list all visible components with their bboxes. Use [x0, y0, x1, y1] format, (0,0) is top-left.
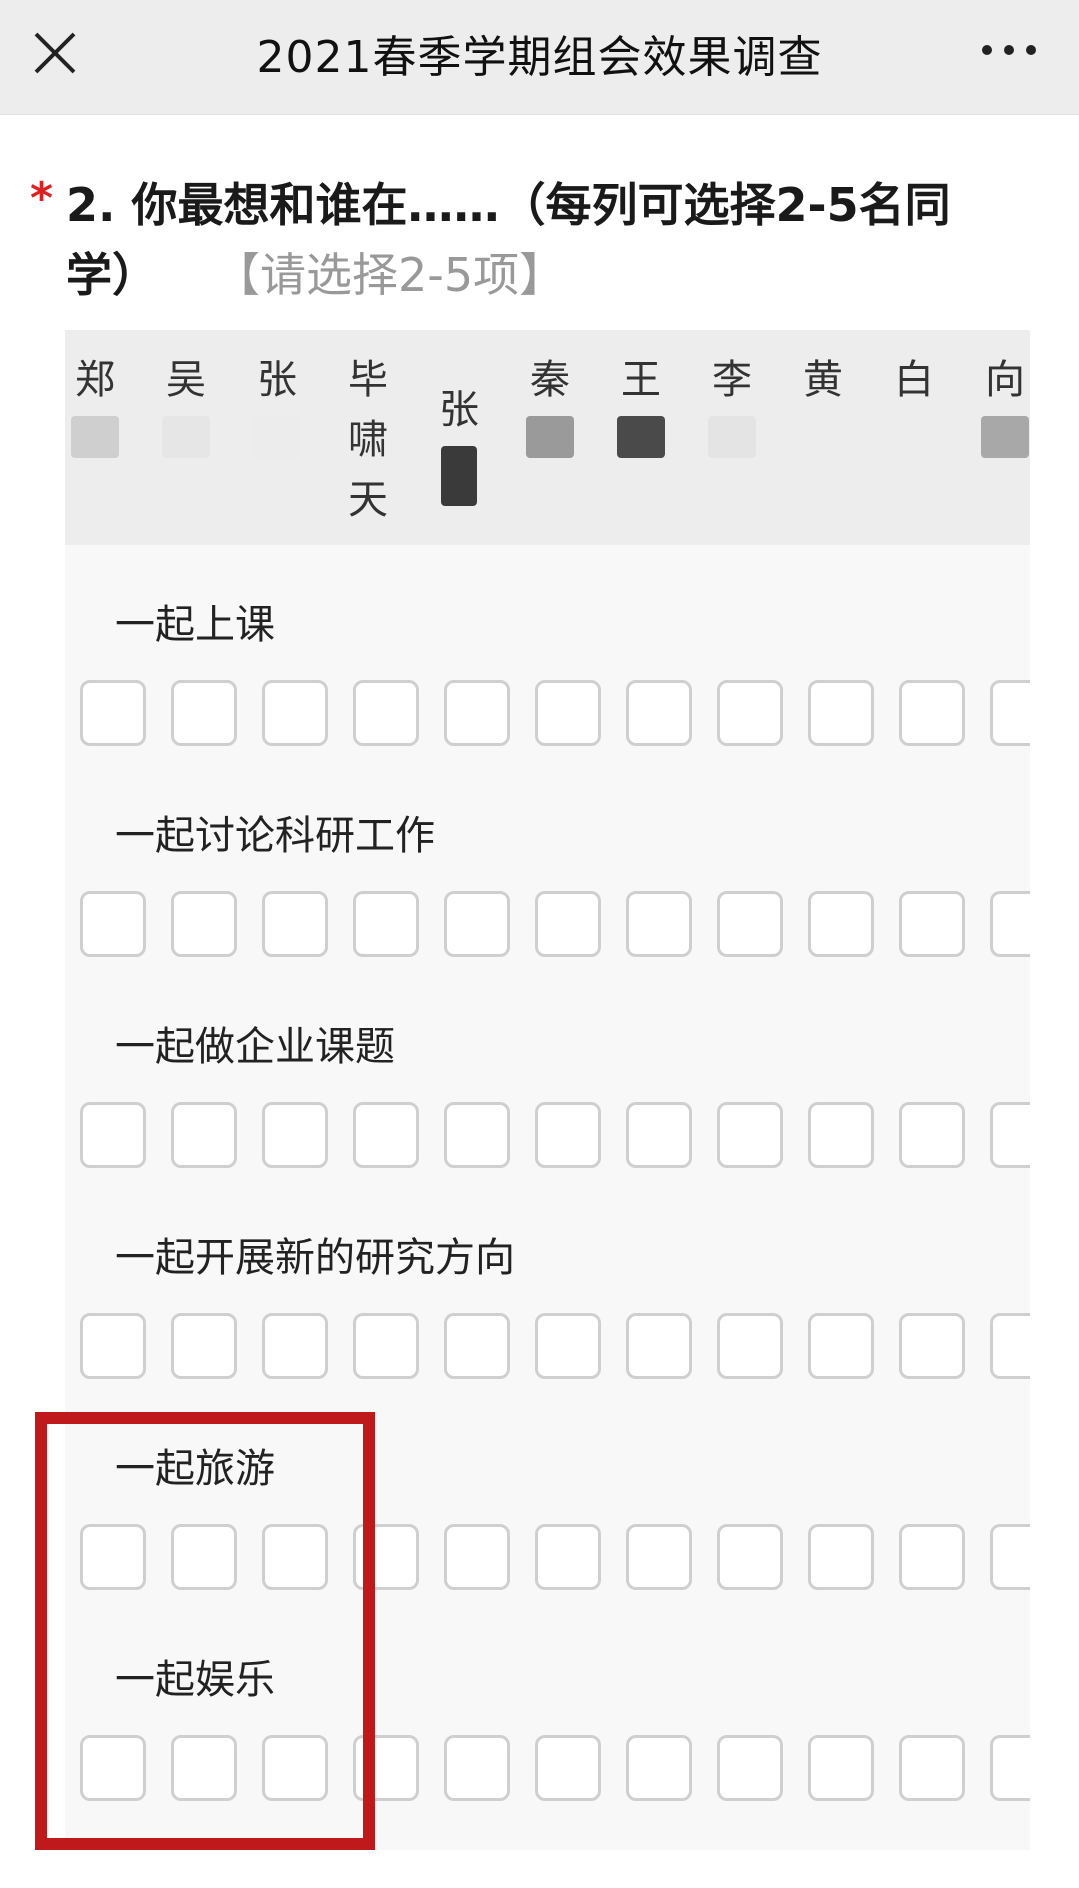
matrix-checkbox[interactable] — [990, 1735, 1030, 1801]
required-mark: * — [30, 173, 54, 224]
column-header: 郑 — [65, 350, 125, 458]
matrix-checkbox[interactable] — [535, 680, 601, 746]
close-icon[interactable] — [30, 28, 80, 78]
matrix-checkbox[interactable] — [990, 891, 1030, 957]
matrix-checkbox[interactable] — [444, 1313, 510, 1379]
matrix-checkbox[interactable] — [444, 1524, 510, 1590]
matrix-checkbox[interactable] — [171, 680, 237, 746]
matrix-checkbox[interactable] — [353, 891, 419, 957]
matrix-checkbox[interactable] — [171, 891, 237, 957]
matrix-checkbox[interactable] — [808, 680, 874, 746]
top-bar: 2021春季学期组会效果调查 — [0, 0, 1079, 115]
matrix-checkbox[interactable] — [717, 680, 783, 746]
redacted-name — [71, 416, 119, 458]
column-header: 秦 — [520, 350, 580, 458]
matrix-checkbox[interactable] — [626, 1102, 692, 1168]
question-title: * 2. 你最想和谁在……（每列可选择2-5名同学） 【请选择2-5项】 — [30, 170, 1040, 310]
matrix-checkbox[interactable] — [353, 680, 419, 746]
redacted-name — [617, 416, 665, 458]
column-header: 张 — [429, 380, 489, 506]
matrix-checkbox[interactable] — [171, 1102, 237, 1168]
matrix-checkbox[interactable] — [717, 1102, 783, 1168]
column-header-row: 郑 吴 张 毕啸天 张 秦 王 李 黄 白 向 — [65, 330, 1030, 545]
matrix-checkbox[interactable] — [353, 1102, 419, 1168]
row-label: 一起开展新的研究方向 — [115, 1235, 515, 1281]
row-label: 一起讨论科研工作 — [115, 813, 435, 859]
row-label: 一起上课 — [115, 602, 275, 648]
matrix-checkbox[interactable] — [717, 891, 783, 957]
matrix-checkbox[interactable] — [990, 1102, 1030, 1168]
column-header: 白 — [894, 357, 934, 403]
matrix-checkbox[interactable] — [80, 891, 146, 957]
matrix-checkbox[interactable] — [899, 1313, 965, 1379]
matrix-checkbox[interactable] — [444, 1735, 510, 1801]
column-header: 吴 — [156, 350, 216, 458]
matrix-checkbox[interactable] — [535, 891, 601, 957]
matrix-checkbox[interactable] — [626, 680, 692, 746]
matrix-checkbox[interactable] — [990, 680, 1030, 746]
matrix-checkbox[interactable] — [717, 1524, 783, 1590]
matrix-checkbox[interactable] — [80, 1102, 146, 1168]
matrix-checkbox[interactable] — [626, 1524, 692, 1590]
matrix-checkbox[interactable] — [444, 1102, 510, 1168]
redacted-name — [441, 446, 477, 506]
redacted-name — [162, 416, 210, 458]
matrix-checkbox[interactable] — [535, 1524, 601, 1590]
column-header: 黄 — [803, 357, 843, 403]
matrix-checkbox[interactable] — [717, 1313, 783, 1379]
column-header: 向 — [975, 350, 1030, 458]
matrix-checkbox[interactable] — [808, 1313, 874, 1379]
matrix-checkbox[interactable] — [990, 1313, 1030, 1379]
matrix-checkbox[interactable] — [626, 1735, 692, 1801]
redacted-name — [981, 416, 1029, 458]
matrix-checkbox[interactable] — [899, 1735, 965, 1801]
matrix-checkbox[interactable] — [899, 891, 965, 957]
matrix-checkbox[interactable] — [808, 891, 874, 957]
row-label: 一起做企业课题 — [115, 1024, 395, 1070]
page-title: 2021春季学期组会效果调查 — [256, 32, 823, 83]
question-hint: 【请选择2-5项】 — [214, 248, 566, 302]
column-header: 张 — [247, 350, 307, 458]
matrix-checkbox[interactable] — [262, 1313, 328, 1379]
redacted-name — [253, 416, 301, 458]
redacted-name — [708, 416, 756, 458]
matrix-checkbox[interactable] — [808, 1524, 874, 1590]
matrix-checkbox[interactable] — [444, 680, 510, 746]
matrix-checkbox[interactable] — [990, 1524, 1030, 1590]
matrix-checkbox[interactable] — [535, 1735, 601, 1801]
redacted-name — [526, 416, 574, 458]
matrix-checkbox[interactable] — [717, 1735, 783, 1801]
matrix-checkbox[interactable] — [353, 1313, 419, 1379]
matrix-checkbox[interactable] — [626, 891, 692, 957]
more-icon[interactable] — [979, 40, 1039, 60]
matrix-checkbox[interactable] — [80, 1313, 146, 1379]
matrix-checkbox[interactable] — [262, 680, 328, 746]
matrix-checkbox[interactable] — [535, 1313, 601, 1379]
matrix-checkbox[interactable] — [171, 1313, 237, 1379]
column-header: 王 — [611, 350, 671, 458]
column-header: 毕啸天 — [348, 357, 388, 523]
matrix-checkbox[interactable] — [899, 1524, 965, 1590]
column-header: 李 — [702, 350, 762, 458]
matrix-checkbox[interactable] — [808, 1102, 874, 1168]
matrix-checkbox[interactable] — [626, 1313, 692, 1379]
matrix-checkbox[interactable] — [899, 680, 965, 746]
matrix-checkbox[interactable] — [80, 680, 146, 746]
matrix-checkbox[interactable] — [262, 891, 328, 957]
highlight-annotation-box — [35, 1412, 375, 1850]
matrix-checkbox[interactable] — [899, 1102, 965, 1168]
matrix-checkbox[interactable] — [535, 1102, 601, 1168]
matrix-checkbox[interactable] — [262, 1102, 328, 1168]
matrix-checkbox[interactable] — [808, 1735, 874, 1801]
matrix-checkbox[interactable] — [444, 891, 510, 957]
